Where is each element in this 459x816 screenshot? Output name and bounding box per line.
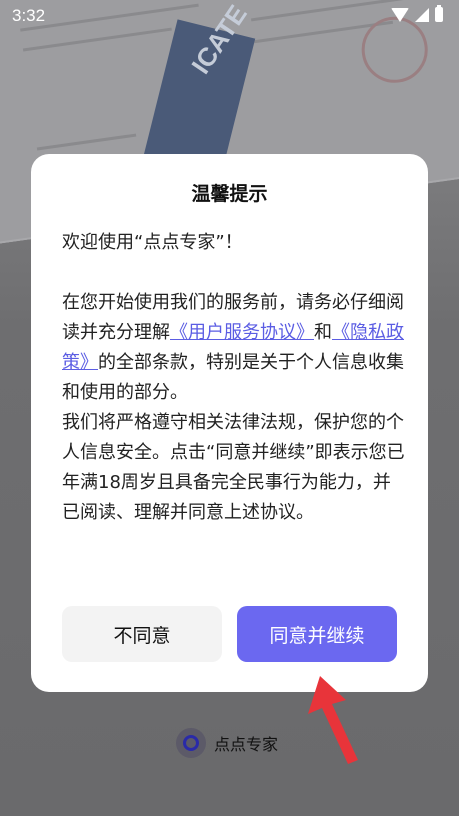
agreement-paragraph: 在您开始使用我们的服务前，请务必仔细阅读并充分理解《用户服务协议》和《隐私政策》… xyxy=(62,288,407,408)
status-icons xyxy=(391,5,443,22)
status-bar: 3:32 xyxy=(0,0,459,32)
user-agreement-link[interactable]: 《用户服务协议》 xyxy=(170,322,314,343)
dialog-title: 温馨提示 xyxy=(191,183,268,205)
signal-icon xyxy=(415,7,429,22)
wifi-icon xyxy=(391,7,409,22)
consent-paragraph: 我们将严格遵守相关法律法规，保护您的个人信息安全。点击“同意并继续”即表示您已年… xyxy=(62,412,405,523)
battery-icon xyxy=(435,5,443,22)
disagree-button[interactable]: 不同意 xyxy=(62,606,222,662)
status-time: 3:32 xyxy=(12,6,46,25)
brand-logo-icon xyxy=(176,728,206,758)
arrow-annotation-icon xyxy=(308,676,358,764)
welcome-text: 欢迎使用“点点专家”！ xyxy=(62,232,243,253)
privacy-dialog: 温馨提示 欢迎使用“点点专家”！ 在您开始使用我们的服务前，请务必仔细阅读并充分… xyxy=(31,154,428,692)
dialog-body: 欢迎使用“点点专家”！ 在您开始使用我们的服务前，请务必仔细阅读并充分理解《用户… xyxy=(62,228,407,528)
cert-line xyxy=(36,133,137,151)
para1-and: 和 xyxy=(314,322,332,343)
agree-continue-button[interactable]: 同意并继续 xyxy=(237,606,397,662)
brand-footer: 点点专家 xyxy=(176,728,278,758)
para1-suffix: 的全部条款，特别是关于个人信息收集和使用的部分。 xyxy=(62,352,404,403)
brand-name: 点点专家 xyxy=(214,735,279,754)
